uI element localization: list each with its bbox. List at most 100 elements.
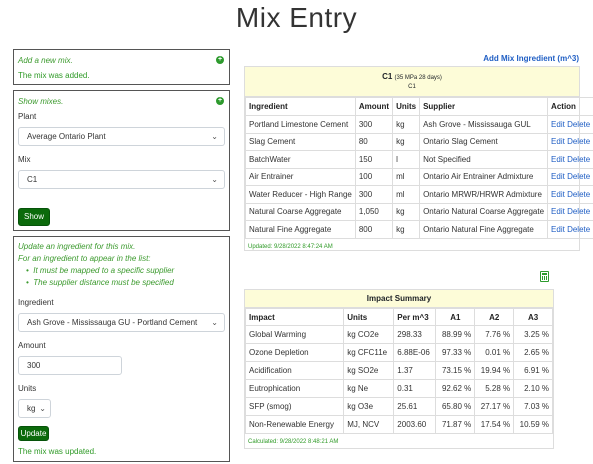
a2-cell: 5.28 % — [474, 379, 515, 398]
show-mixes-panel: Show mixes. + Plant Average Ontario Plan… — [13, 90, 230, 231]
a3-cell: 7.03 % — [513, 397, 553, 416]
per-m3-cell: 6.88E-06 — [393, 343, 437, 362]
units-cell: kg Ne — [343, 379, 395, 398]
a2-cell: 7.76 % — [474, 325, 515, 344]
units-cell: kg — [392, 115, 421, 134]
ingredient-cell: BatchWater — [245, 150, 356, 169]
units-cell: kg O3e — [343, 397, 395, 416]
units-cell: l — [392, 150, 421, 169]
delete-link[interactable]: Delete — [567, 190, 590, 199]
update-bullet-text: It must be mapped to a specific supplier — [33, 266, 175, 275]
calculated-timestamp: Calculated: 9/28/2022 8:48:21 AM — [248, 439, 339, 445]
ingredient-select[interactable]: Ash Grove - Mississauga GU - Portland Ce… — [18, 313, 225, 332]
per-m3-cell: 0.31 — [393, 379, 437, 398]
mix-select[interactable]: C1 ⌄ — [18, 170, 225, 189]
table-header-row: Impact Units Per m^3 A1 A2 A3 — [244, 308, 553, 326]
chevron-down-icon: ⌄ — [39, 404, 46, 413]
amount-cell: 1,050 — [354, 202, 394, 221]
column-header: Amount — [354, 97, 394, 116]
show-mixes-heading[interactable]: Show mixes. — [18, 97, 63, 106]
add-mix-heading[interactable]: Add a new mix. — [18, 56, 73, 65]
mix-select-value: C1 — [27, 175, 38, 184]
supplier-cell: Ontario Slag Cement — [419, 132, 549, 151]
show-button[interactable]: Show — [18, 208, 50, 226]
delete-link[interactable]: Delete — [567, 155, 590, 164]
add-mix-ingredient-link[interactable]: Add Mix Ingredient (m^3) — [483, 54, 579, 63]
plus-circle-icon[interactable]: + — [216, 56, 224, 64]
update-message: The mix was updated. — [18, 447, 97, 456]
supplier-cell: Ontario Natural Coarse Aggregate — [419, 202, 549, 221]
plant-label: Plant — [18, 112, 37, 121]
edit-link[interactable]: Edit — [551, 172, 565, 181]
a2-cell: 19.94 % — [474, 361, 515, 380]
supplier-cell: Ontario MRWR/HRWR Admixture — [419, 185, 549, 204]
column-header: Ingredient — [245, 97, 356, 116]
impact-summary-table: Impact Summary Impact Units Per m^3 A1 A… — [244, 289, 554, 449]
units-cell: ml — [392, 185, 421, 204]
edit-link[interactable]: Edit — [551, 155, 565, 164]
units-cell: kg CO2e — [343, 325, 395, 344]
a1-cell: 65.80 % — [435, 397, 476, 416]
mix-ingredients-table: C1 (35 MPa 28 days) C1 Ingredient Amount… — [244, 66, 593, 251]
chevron-down-icon: ⌄ — [211, 132, 218, 141]
table-row: Non-Renewable Energy MJ, NCV 2003.60 71.… — [244, 415, 553, 434]
mix-name: C1 — [382, 72, 393, 81]
mix-subtitle: C1 — [408, 84, 416, 90]
table-header-row: Ingredient Amount Units Supplier Action — [245, 97, 593, 116]
amount-cell: 300 — [354, 185, 394, 204]
updated-timestamp: Updated: 9/28/2022 8:47:24 AM — [248, 243, 333, 250]
chevron-down-icon: ⌄ — [211, 318, 218, 327]
action-cell: Edit Delete — [547, 167, 593, 186]
column-header: Action — [547, 97, 593, 116]
mix-header: C1 (35 MPa 28 days) C1 — [245, 67, 579, 97]
a1-cell: 88.99 % — [435, 325, 476, 344]
edit-link[interactable]: Edit — [551, 225, 565, 234]
plant-select[interactable]: Average Ontario Plant ⌄ — [18, 127, 225, 146]
per-m3-cell: 298.33 — [393, 325, 437, 344]
amount-input[interactable]: 300 — [18, 356, 122, 375]
units-cell: kg CFC11e — [343, 343, 395, 362]
per-m3-cell: 1.37 — [393, 361, 437, 380]
column-header: Per m^3 — [393, 308, 437, 326]
table-row: SFP (smog) kg O3e 25.61 65.80 % 27.17 % … — [244, 397, 553, 416]
impact-cell: SFP (smog) — [244, 397, 345, 416]
amount-input-value: 300 — [27, 361, 41, 370]
add-mix-message: The mix was added. — [18, 71, 90, 80]
table-row: Air Entrainer 100 ml Ontario Air Entrain… — [245, 167, 593, 186]
delete-link[interactable]: Delete — [567, 225, 590, 234]
a1-cell: 73.15 % — [435, 361, 476, 380]
amount-label: Amount — [18, 341, 46, 350]
a2-cell: 0.01 % — [474, 343, 515, 362]
column-header: Supplier — [419, 97, 549, 116]
action-cell: Edit Delete — [547, 220, 593, 239]
action-cell: Edit Delete — [547, 115, 593, 134]
chevron-down-icon: ⌄ — [211, 175, 218, 184]
supplier-cell: Ash Grove - Mississauga GUL — [419, 115, 549, 134]
edit-link[interactable]: Edit — [551, 207, 565, 216]
units-cell: kg — [392, 220, 421, 239]
plus-circle-icon[interactable]: + — [216, 97, 224, 105]
action-cell: Edit Delete — [547, 150, 593, 169]
update-button[interactable]: Update — [18, 426, 49, 441]
delete-link[interactable]: Delete — [567, 207, 590, 216]
edit-link[interactable]: Edit — [551, 120, 565, 129]
edit-link[interactable]: Edit — [551, 190, 565, 199]
mix-description: (35 MPa 28 days) — [394, 75, 442, 81]
ingredient-cell: Portland Limestone Cement — [245, 115, 356, 134]
calculator-icon[interactable] — [540, 271, 549, 282]
units-cell: MJ, NCV — [343, 415, 395, 434]
units-select[interactable]: kg ⌄ — [18, 399, 51, 418]
delete-link[interactable]: Delete — [567, 137, 590, 146]
update-note: For an ingredient to appear in the list: — [18, 254, 151, 263]
a3-cell: 6.91 % — [513, 361, 553, 380]
column-header: Impact — [244, 308, 345, 326]
mix-label: Mix — [18, 155, 31, 164]
update-heading: Update an ingredient for this mix. — [18, 242, 136, 251]
table-row: BatchWater 150 l Not Specified Edit Dele… — [245, 150, 593, 169]
delete-link[interactable]: Delete — [567, 120, 590, 129]
table-row: Slag Cement 80 kg Ontario Slag Cement Ed… — [245, 132, 593, 151]
edit-link[interactable]: Edit — [551, 137, 565, 146]
a3-cell: 2.10 % — [513, 379, 553, 398]
column-header: A3 — [513, 308, 553, 326]
delete-link[interactable]: Delete — [567, 172, 590, 181]
